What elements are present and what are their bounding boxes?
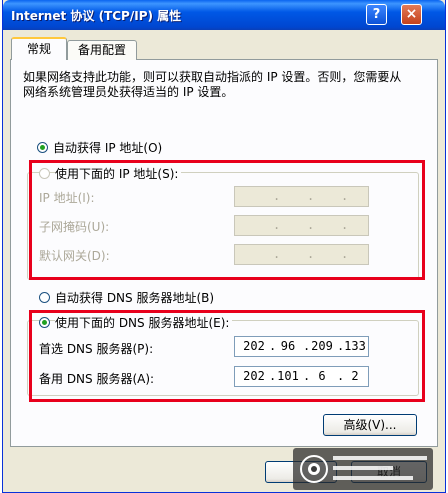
close-button[interactable]: × [401,4,422,25]
ip-highlight-box [29,160,425,280]
window-title: Internet 协议 (TCP/IP) 属性 [11,9,182,23]
help-button[interactable]: ? [366,4,387,25]
title-bar[interactable]: Internet 协议 (TCP/IP) 属性 ? × [3,0,445,30]
advanced-button[interactable]: 高级(V)... [323,414,417,436]
auto-ip-radio[interactable] [37,142,48,153]
tab-alternate-configuration[interactable]: 备用配置 [67,40,137,60]
dns-highlight-box [29,310,425,402]
tcpip-properties-window: Internet 协议 (TCP/IP) 属性 ? × 常规 备用配置 如果网络… [2,0,446,493]
auto-dns-label[interactable]: 自动获得 DNS 服务器地址(B) [55,289,214,306]
watermark-overlay [293,448,433,490]
watermark-logo-icon [300,455,328,483]
auto-dns-radio[interactable] [39,292,50,303]
tab-general[interactable]: 常规 [11,37,67,60]
description-text: 如果网络支持此功能，则可以获取自动指派的 IP 设置。否则，您需要从网络系统管理… [23,70,402,99]
auto-ip-label[interactable]: 自动获得 IP 地址(O) [53,139,162,156]
